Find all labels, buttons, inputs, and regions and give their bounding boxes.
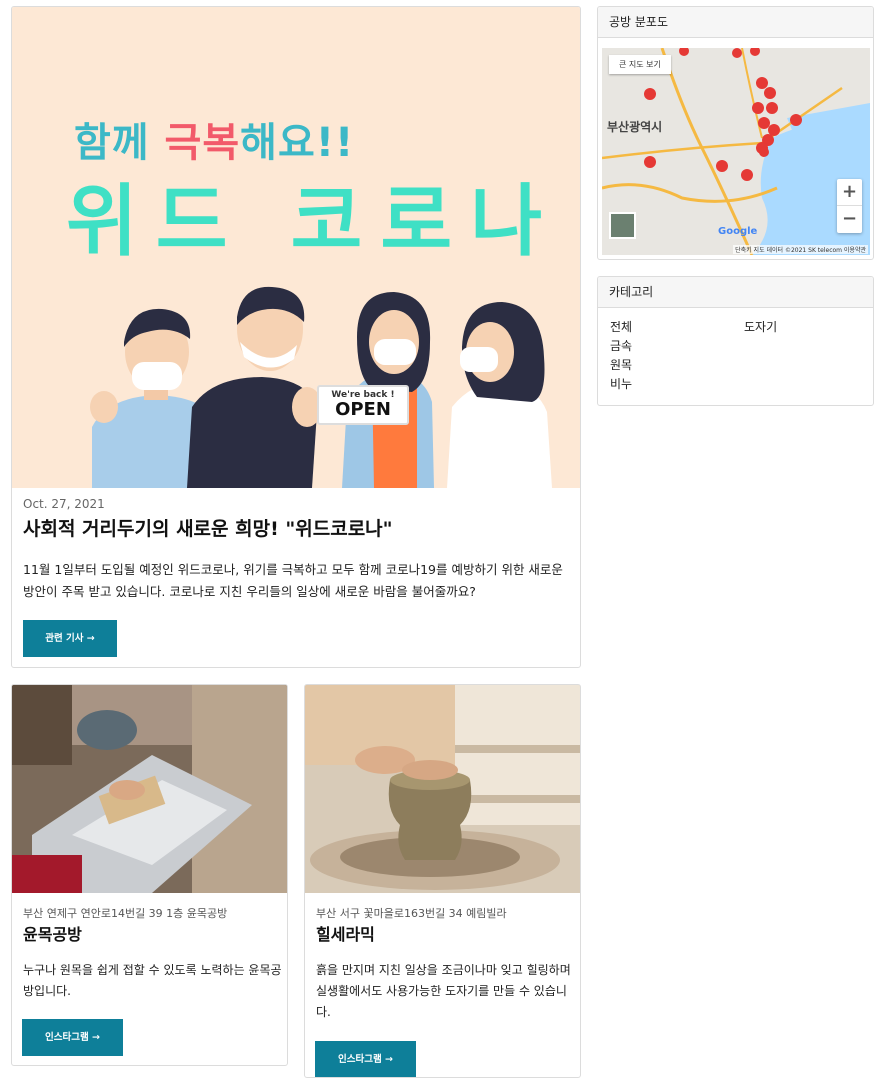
category-item[interactable]: 원목	[610, 356, 632, 375]
post-address: 부산 서구 꽃마을로163번길 34 예림빌라	[316, 907, 507, 920]
workshop-photo	[12, 685, 287, 893]
instagram-button[interactable]: 인스타그램 →	[22, 1019, 123, 1056]
map-canvas	[602, 48, 870, 255]
satellite-toggle[interactable]	[609, 212, 636, 239]
featured-post-card: 함께 극복해요!! 위드 코로나 We're back ! OPEN Oct. …	[11, 6, 581, 668]
instagram-button[interactable]: 인스타그램 →	[315, 1041, 416, 1077]
related-article-button[interactable]: 관련 기사 →	[23, 620, 117, 657]
category-panel-title: 카테고리	[598, 277, 873, 308]
category-list: 전체 금속 원목 비누	[610, 318, 632, 394]
category-item[interactable]: 비누	[610, 375, 632, 394]
open-sign: We're back ! OPEN	[317, 385, 409, 425]
map-place-label: 부산광역시	[607, 120, 663, 134]
map-panel: 공방 분포도 큰 지도 보기 부산광역시 + − Google 단축키 지도 데…	[597, 6, 874, 260]
zoom-controls: + −	[837, 179, 862, 233]
featured-post-image: 함께 극복해요!! 위드 코로나 We're back ! OPEN	[12, 7, 580, 488]
post-date: Oct. 27, 2021	[23, 497, 105, 511]
post-description: 누구나 원목을 쉽게 접할 수 있도록 노력하는 윤목공방입니다.	[23, 963, 282, 998]
open-sign-big: OPEN	[335, 399, 391, 420]
post-card: 부산 연제구 연안로14번길 39 1층 윤목공방 윤목공방 누구나 원목을 쉽…	[11, 684, 288, 1066]
category-item[interactable]: 전체	[610, 318, 632, 337]
zoom-out-button[interactable]: −	[837, 206, 862, 233]
people-illustration	[90, 286, 552, 488]
category-item[interactable]: 도자기	[744, 318, 777, 337]
workshop-map[interactable]: 큰 지도 보기 부산광역시 + − Google 단축키 지도 데이터 ©202…	[602, 48, 870, 255]
map-panel-title: 공방 분포도	[598, 7, 873, 38]
large-map-button[interactable]: 큰 지도 보기	[609, 55, 671, 74]
post-card: 부산 서구 꽃마을로163번길 34 예림빌라 힐세라믹 흙을 만지며 지친 일…	[304, 684, 581, 1078]
google-logo: Google	[718, 226, 758, 237]
pottery-photo	[305, 685, 580, 893]
post-title[interactable]: 사회적 거리두기의 새로운 희망! "위드코로나"	[23, 514, 393, 541]
map-attribution[interactable]: 단축키 지도 데이터 ©2021 SK telecom 이용약관	[733, 245, 868, 254]
post-description: 11월 1일부터 도입될 예정인 위드코로나, 위기를 극복하고 모두 함께 코…	[23, 562, 563, 599]
hero-title: 위드 코로나	[66, 177, 560, 267]
zoom-in-button[interactable]: +	[837, 179, 862, 206]
post-description: 흙을 만지며 지친 일상을 조금이나마 잊고 힐링하며 실생활에서도 사용가능한…	[316, 963, 571, 1019]
category-item[interactable]: 금속	[610, 337, 632, 356]
post-title[interactable]: 윤목공방	[23, 921, 82, 945]
post-address: 부산 연제구 연안로14번길 39 1층 윤목공방	[23, 907, 228, 920]
category-list: 도자기	[744, 318, 777, 337]
category-panel: 카테고리 전체 금속 원목 비누 도자기	[597, 276, 874, 406]
post-title[interactable]: 힐세라믹	[316, 921, 375, 945]
